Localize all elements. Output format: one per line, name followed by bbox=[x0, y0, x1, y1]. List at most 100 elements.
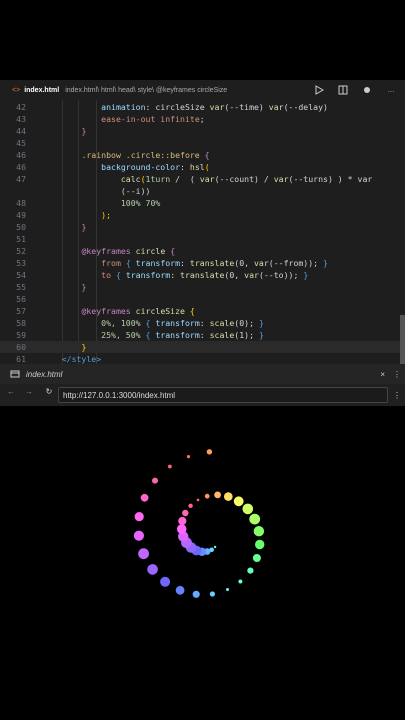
spiral-dot bbox=[152, 477, 158, 484]
code-text: } bbox=[81, 126, 87, 136]
more-icon[interactable]: ⋮ bbox=[393, 391, 401, 400]
spiral-dot bbox=[147, 564, 158, 575]
spiral-dot bbox=[160, 576, 171, 587]
code-line[interactable]: 53 from { transform: translate(0, var(--… bbox=[0, 257, 400, 269]
line-number: 57 bbox=[16, 306, 26, 316]
spiral-dot bbox=[192, 590, 200, 598]
code-line[interactable]: 60 } bbox=[0, 341, 400, 353]
back-icon[interactable]: ← bbox=[4, 387, 18, 403]
code-text: background-color: hsl( bbox=[101, 162, 210, 172]
rainbow-spiral-animation bbox=[133, 449, 265, 598]
spiral-dot bbox=[238, 579, 243, 584]
code-line[interactable]: 54 to { transform: translate(0, var(--to… bbox=[0, 269, 400, 281]
code-text: 100% 70% bbox=[120, 198, 161, 208]
editor-scrollbar[interactable] bbox=[400, 315, 405, 365]
line-number: 59 bbox=[16, 330, 26, 340]
code-line[interactable]: (--i)) bbox=[0, 185, 400, 197]
forward-icon[interactable]: → bbox=[22, 387, 36, 403]
spiral-dot bbox=[226, 588, 229, 591]
line-number: 42 bbox=[16, 102, 26, 112]
editor-tab-bar: <> index.html index.html\ html\ head\ st… bbox=[0, 80, 405, 101]
line-number: 49 bbox=[16, 210, 26, 220]
code-line[interactable]: 58 0%, 100% { transform: scale(0); } bbox=[0, 317, 400, 329]
url-input[interactable]: http://127.0.0.1:3000/index.html bbox=[58, 387, 388, 403]
code-line[interactable]: 43 ease-in-out infinite; bbox=[0, 113, 400, 125]
preview-viewport bbox=[0, 406, 405, 720]
spiral-dot bbox=[213, 545, 217, 549]
code-line[interactable]: 50 } bbox=[0, 221, 400, 233]
line-number: 50 bbox=[16, 222, 26, 232]
code-line[interactable]: 42 animation: circleSize var(--time) var… bbox=[0, 101, 400, 113]
line-number: 51 bbox=[16, 234, 26, 244]
code-line[interactable]: 49 ); bbox=[0, 209, 400, 221]
line-number: 46 bbox=[16, 162, 26, 172]
spiral-dot bbox=[206, 449, 213, 455]
spiral-dot bbox=[196, 498, 200, 502]
code-text: from { transform: translate(0, var(--fro… bbox=[101, 258, 328, 268]
code-line[interactable]: 51 bbox=[0, 233, 400, 245]
line-number: 52 bbox=[16, 246, 26, 256]
url-text: http://127.0.0.1:3000/index.html bbox=[63, 390, 176, 400]
more-icon[interactable]: … bbox=[385, 84, 397, 96]
code-text: ); bbox=[101, 210, 112, 220]
spiral-dot bbox=[168, 464, 172, 469]
spiral-dot bbox=[204, 493, 210, 499]
code-text: to { transform: translate(0, var(--to));… bbox=[101, 270, 309, 280]
spiral-dot bbox=[188, 503, 193, 508]
code-line[interactable]: 47 calc(1turn / ( var(--count) / var(--t… bbox=[0, 173, 400, 185]
code-line[interactable]: 56 bbox=[0, 293, 400, 305]
circle-dot-icon[interactable] bbox=[361, 84, 373, 96]
spiral-dot bbox=[133, 530, 144, 541]
code-text: animation: circleSize var(--time) var(--… bbox=[101, 102, 328, 112]
code-line[interactable]: 46 .rainbow .circle::before { bbox=[0, 149, 400, 161]
spiral-dot bbox=[138, 548, 150, 560]
code-text: } bbox=[81, 282, 87, 292]
browser-toolbar: ← → ↻ http://127.0.0.1:3000/index.html ⋮ bbox=[0, 384, 405, 406]
spiral-dot bbox=[224, 492, 233, 501]
code-text: (--i)) bbox=[120, 186, 151, 196]
play-icon[interactable] bbox=[313, 84, 325, 96]
line-number: 46 bbox=[16, 150, 26, 160]
more-icon[interactable]: ⋮ bbox=[393, 370, 401, 379]
editor-actions: … bbox=[313, 80, 397, 100]
line-number: 55 bbox=[16, 282, 26, 292]
spiral-dot bbox=[252, 554, 261, 562]
line-number: 54 bbox=[16, 270, 26, 280]
close-icon[interactable]: × bbox=[380, 370, 385, 379]
split-icon[interactable] bbox=[337, 84, 349, 96]
html-file-icon: <> bbox=[12, 86, 21, 94]
code-text: ease-in-out infinite; bbox=[101, 114, 205, 124]
code-line[interactable]: 46 background-color: hsl( bbox=[0, 161, 400, 173]
spiral-dot bbox=[242, 503, 254, 515]
code-text: @keyframes circleSize { bbox=[81, 306, 195, 316]
file-tab[interactable]: index.html bbox=[24, 87, 59, 94]
code-line[interactable]: 59 25%, 50% { transform: scale(1); } bbox=[0, 329, 400, 341]
code-text: @keyframes circle { bbox=[81, 246, 176, 256]
line-number: 48 bbox=[16, 198, 26, 208]
spiral-dot bbox=[175, 585, 185, 595]
code-text: calc(1turn / ( var(--count) / var(--turn… bbox=[120, 174, 373, 184]
browser-icon bbox=[10, 369, 20, 379]
code-text: } bbox=[81, 342, 87, 352]
line-number: 56 bbox=[16, 294, 26, 304]
spiral-dot bbox=[233, 496, 244, 507]
spiral-dot bbox=[178, 516, 187, 526]
breadcrumb[interactable]: index.html\ html\ head\ style\ @keyframe… bbox=[65, 87, 227, 94]
code-line[interactable]: 48 100% 70% bbox=[0, 197, 400, 209]
code-line[interactable]: 57 @keyframes circleSize { bbox=[0, 305, 400, 317]
spiral-dot bbox=[182, 509, 189, 517]
code-text: 25%, 50% { transform: scale(1); } bbox=[101, 330, 264, 340]
spiral-dot bbox=[186, 455, 191, 459]
spiral-dot bbox=[255, 539, 265, 550]
code-text: } bbox=[81, 222, 87, 232]
reload-icon[interactable]: ↻ bbox=[42, 387, 56, 403]
code-line[interactable]: 44 } bbox=[0, 125, 400, 137]
spiral-dot bbox=[209, 591, 215, 597]
code-line[interactable]: 55 } bbox=[0, 281, 400, 293]
code-line[interactable]: 52 @keyframes circle { bbox=[0, 245, 400, 257]
code-line[interactable]: 45 bbox=[0, 137, 400, 149]
preview-tab-title[interactable]: index.html bbox=[26, 370, 62, 379]
code-editor[interactable]: 42 animation: circleSize var(--time) var… bbox=[0, 100, 405, 365]
spiral-dot bbox=[140, 493, 149, 502]
spiral-dot bbox=[249, 513, 261, 525]
